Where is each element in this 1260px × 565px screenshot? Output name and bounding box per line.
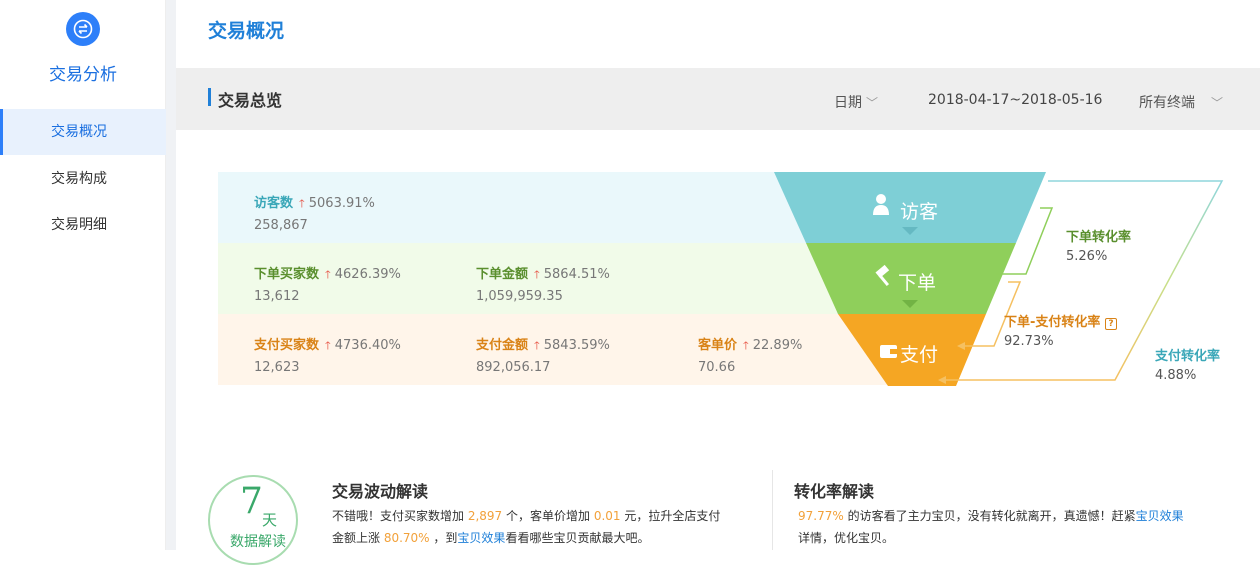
funnel-row-payments: 支付买家数 🡑 4736.40% 12,623 支付金额 🡑 5843.59% 892,…	[218, 314, 898, 385]
arrow-left-icon	[957, 342, 965, 350]
metric-value: 892,056.17	[476, 360, 551, 375]
date-range-picker[interactable]: 2018-04-17~2018-05-16	[928, 92, 1102, 108]
highlight-number: 97.77%	[798, 509, 844, 523]
item-effect-link[interactable]: 宝贝效果	[457, 531, 505, 545]
chevron-down-icon: ﹀	[866, 96, 879, 110]
caret-down-icon	[902, 300, 918, 308]
text-segment: 不错哦！支付买家数增加	[332, 509, 468, 523]
metric-label: 下单金额	[476, 267, 529, 282]
conversion-line-order	[996, 207, 1054, 275]
sidebar: 交易分析 交易概况 交易构成 交易明细	[0, 0, 166, 550]
metric-change: 4736.40%	[334, 338, 401, 353]
metric-avg-order-value: 客单价 🡑 22.89% 70.66	[698, 334, 802, 375]
highlight-number: 0.01	[593, 509, 621, 523]
date-type-label: 日期	[834, 95, 862, 111]
trade-insight-line-2: 金额上涨 80.70% ，到宝贝效果看看哪些宝贝贡献最大吧。	[332, 527, 762, 549]
metric-label: 支付金额	[476, 338, 529, 353]
conversion-value: 92.73%	[1004, 334, 1054, 349]
arrow-left-icon	[938, 376, 946, 384]
arrow-up-icon: 🡑	[299, 197, 305, 210]
funnel-row-visitors: 访客数 🡑 5063.91% 258,867	[218, 172, 818, 243]
text-segment: 金额上涨	[332, 531, 384, 545]
highlight-number: 80.70%	[383, 531, 430, 545]
help-icon[interactable]: ?	[1104, 318, 1117, 330]
metric-change: 5843.59%	[543, 338, 610, 353]
page-title: 交易概况	[208, 20, 285, 42]
text-segment: 个，客单价增加	[502, 509, 594, 523]
conversion-label: 支付转化率	[1155, 349, 1221, 364]
metric-label: 支付买家数	[254, 338, 320, 353]
conversion-value: 4.88%	[1155, 368, 1197, 383]
metric-pay-amount: 支付金额 🡑 5843.59% 892,056.17	[476, 334, 610, 375]
metric-value: 12,623	[254, 360, 300, 375]
metric-value: 1,059,959.35	[476, 289, 563, 304]
badge-number: 7	[240, 481, 263, 522]
conversion-pay-rate: 支付转化率 4.88%	[1155, 345, 1220, 383]
trade-insight-line-1: 不错哦！支付买家数增加 2,897 个，客单价增加 0.01 元，拉升全店支付	[332, 505, 762, 527]
trade-insight-title: 交易波动解读	[332, 482, 429, 501]
arrow-up-icon: 🡑	[534, 268, 540, 281]
conversion-label: 下单-支付转化率	[1004, 315, 1101, 330]
badge-unit: 天	[262, 511, 278, 529]
arrow-left-icon	[988, 270, 996, 278]
metric-visitors: 访客数 🡑 5063.91% 258,867	[254, 192, 375, 233]
sidebar-item-overview[interactable]: 交易概况	[0, 109, 166, 155]
app-title: 交易分析	[49, 65, 117, 85]
sidebar-item-details[interactable]: 交易明细	[0, 202, 166, 248]
text-segment: 看看哪些宝贝贡献最大吧。	[505, 531, 650, 545]
text-segment: 的访客看了主力宝贝，没有转化就离开，真遗憾！赶紧	[843, 509, 1136, 523]
section-marker	[208, 88, 211, 106]
gavel-icon	[875, 264, 890, 287]
metric-change: 22.89%	[752, 338, 803, 353]
funnel-stage-label-orders: 下单	[898, 272, 937, 294]
conversion-label: 下单转化率	[1066, 230, 1132, 245]
trade-insight-text: 不错哦！支付买家数增加 2,897 个，客单价增加 0.01 元，拉升全店支付 …	[332, 505, 762, 549]
metric-value: 258,867	[254, 218, 308, 233]
conversion-label-wrap: 下单-支付转化率 ?	[1004, 311, 1117, 330]
date-type-select[interactable]: 日期 ﹀	[834, 92, 878, 112]
terminal-select[interactable]: 所有终端 ﹀	[1139, 92, 1223, 112]
conversion-value: 5.26%	[1066, 249, 1108, 264]
arrow-up-icon: 🡑	[325, 268, 331, 281]
arrow-up-icon: 🡑	[743, 339, 749, 352]
chevron-down-icon: ﹀	[1211, 96, 1224, 110]
conversion-insight-title: 转化率解读	[794, 482, 875, 501]
seven-day-badge: 7 天 数据解读	[208, 475, 298, 565]
terminal-label: 所有终端	[1139, 95, 1195, 111]
user-icon	[873, 194, 889, 215]
sidebar-item-composition[interactable]: 交易构成	[0, 156, 166, 202]
caret-down-icon	[902, 227, 918, 235]
metric-change: 5063.91%	[308, 196, 375, 211]
metric-label: 下单买家数	[254, 267, 320, 282]
section-title: 交易总览	[218, 91, 283, 110]
sidebar-gap	[166, 0, 176, 550]
conversion-order-pay-rate: 下单-支付转化率 ? 92.73%	[1004, 311, 1117, 349]
arrow-up-icon: 🡑	[534, 339, 540, 352]
metric-change: 4626.39%	[334, 267, 401, 282]
metric-order-buyers: 下单买家数 🡑 4626.39% 13,612	[254, 263, 401, 304]
metric-value: 70.66	[698, 360, 736, 375]
arrow-up-icon: 🡑	[325, 339, 331, 352]
overview-toolbar: 交易总览 日期 ﹀ 2018-04-17~2018-05-16 所有终端 ﹀	[176, 68, 1260, 130]
text-segment: ，到	[429, 531, 458, 545]
conversion-insight-line-1: 97.77% 的访客看了主力宝贝，没有转化就离开，真遗憾！赶紧宝贝效果	[798, 505, 1238, 527]
insights-divider	[772, 470, 773, 550]
funnel-stage-label-payments: 支付	[900, 344, 939, 366]
metric-order-amount: 下单金额 🡑 5864.51% 1,059,959.35	[476, 263, 610, 304]
exchange-icon	[66, 12, 100, 46]
badge-caption: 数据解读	[230, 534, 286, 550]
conversion-insight-line-2: 详情，优化宝贝。	[798, 531, 895, 545]
metric-value: 13,612	[254, 289, 300, 304]
metric-label: 客单价	[698, 338, 738, 353]
conversion-insight-text: 97.77% 的访客看了主力宝贝，没有转化就离开，真遗憾！赶紧宝贝效果 详情，优…	[798, 505, 1238, 549]
text-segment: 元，拉升全店支付	[620, 509, 721, 523]
highlight-number: 2,897	[467, 509, 503, 523]
conversion-order-rate: 下单转化率 5.26%	[1066, 226, 1131, 264]
item-effect-link[interactable]: 宝贝效果	[1136, 509, 1184, 523]
funnel-row-orders: 下单买家数 🡑 4626.39% 13,612 下单金额 🡑 5864.51% 1,05…	[218, 243, 858, 314]
funnel-stage-label-visitors: 访客	[900, 201, 939, 223]
metric-label: 访客数	[254, 196, 294, 211]
metric-pay-buyers: 支付买家数 🡑 4736.40% 12,623	[254, 334, 401, 375]
metric-change: 5864.51%	[543, 267, 610, 282]
